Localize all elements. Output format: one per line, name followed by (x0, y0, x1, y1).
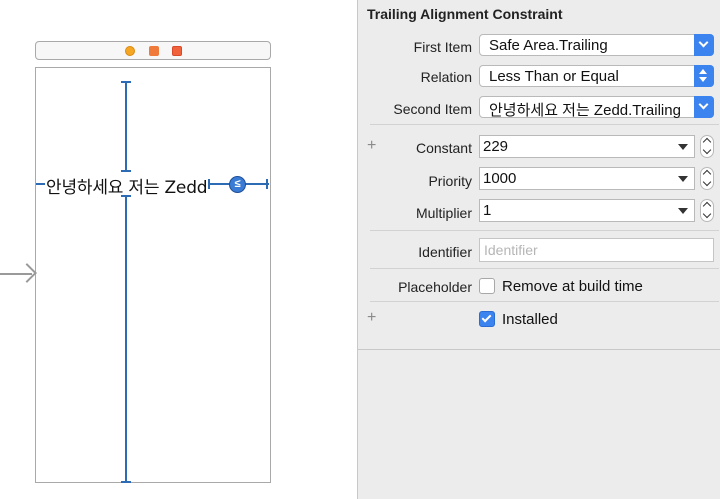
constant-combo[interactable]: 229 (479, 135, 695, 158)
placeholder-label: Placeholder (398, 279, 472, 295)
remove-at-build-time-label[interactable]: Remove at build time (502, 278, 643, 295)
view-controller-icon[interactable] (125, 46, 135, 56)
remove-at-build-time-checkbox[interactable] (479, 278, 495, 294)
divider (370, 301, 719, 302)
priority-label: Priority (428, 173, 472, 189)
add-variation-icon[interactable]: + (367, 137, 376, 155)
size-inspector-panel: Trailing Alignment Constraint First Item… (357, 0, 720, 499)
exit-icon[interactable] (172, 46, 182, 56)
canvas-label[interactable]: 안녕하세요 저는 Zedd (46, 173, 208, 198)
multiplier-combo[interactable]: 1 (479, 199, 695, 222)
dropdown-arrow-icon[interactable] (678, 176, 688, 182)
first-responder-icon[interactable] (149, 46, 159, 56)
chevron-down-icon (694, 96, 714, 118)
first-item-label: First Item (413, 39, 472, 55)
priority-combo[interactable]: 1000 (479, 167, 695, 190)
entry-point-arrow-icon (17, 263, 37, 283)
view-controller-view[interactable] (35, 67, 271, 483)
installed-checkbox[interactable] (479, 311, 495, 327)
first-item-value: Safe Area.Trailing (489, 37, 608, 54)
relation-label: Relation (420, 69, 472, 85)
dropdown-arrow-icon[interactable] (678, 208, 688, 214)
chevron-down-icon (694, 34, 714, 56)
multiplier-label: Multiplier (415, 205, 472, 221)
priority-value: 1000 (483, 170, 517, 187)
inspector-title: Trailing Alignment Constraint (367, 6, 563, 22)
bottom-constraint-line[interactable] (125, 195, 127, 482)
leading-constraint-line[interactable] (36, 183, 45, 185)
up-down-chevron-icon (694, 65, 714, 87)
top-constraint-line[interactable] (125, 81, 127, 171)
constant-label: Constant (415, 140, 472, 156)
divider (370, 230, 719, 231)
bottom-constraint-cap (121, 481, 131, 483)
identifier-label: Identifier (418, 244, 472, 260)
divider (370, 268, 719, 269)
checkmark-icon (481, 312, 492, 323)
relation-value: Less Than or Equal (489, 68, 619, 85)
first-item-popup[interactable]: Safe Area.Trailing (479, 34, 714, 56)
multiplier-value: 1 (483, 202, 492, 219)
relation-popup[interactable]: Less Than or Equal (479, 65, 714, 87)
constant-value: 229 (483, 138, 509, 155)
multiplier-stepper[interactable] (700, 199, 714, 222)
installed-label[interactable]: Installed (502, 311, 558, 328)
identifier-input[interactable] (480, 239, 713, 261)
trailing-constraint-cap-right (266, 179, 268, 189)
constant-stepper[interactable] (700, 135, 714, 158)
second-item-popup[interactable]: 안녕하세요 저는 Zedd.Trailing (479, 96, 714, 119)
divider (370, 124, 719, 125)
less-than-or-equal-badge[interactable]: ≤ (229, 176, 246, 193)
second-item-label: Second Item (393, 101, 472, 117)
panel-bottom-divider (358, 349, 720, 350)
second-item-value: 안녕하세요 저는 Zedd.Trailing (489, 102, 681, 119)
scene-dock[interactable] (35, 41, 271, 60)
identifier-field[interactable] (479, 238, 714, 262)
storyboard-canvas[interactable]: 안녕하세요 저는 Zedd ≤ (0, 0, 357, 499)
top-constraint-cap-bottom (121, 170, 131, 172)
xcode-editor: 안녕하세요 저는 Zedd ≤ Trailing Alignment Const… (0, 0, 720, 499)
dropdown-arrow-icon[interactable] (678, 144, 688, 150)
priority-stepper[interactable] (700, 167, 714, 190)
add-installed-variation-icon[interactable]: + (367, 309, 376, 327)
